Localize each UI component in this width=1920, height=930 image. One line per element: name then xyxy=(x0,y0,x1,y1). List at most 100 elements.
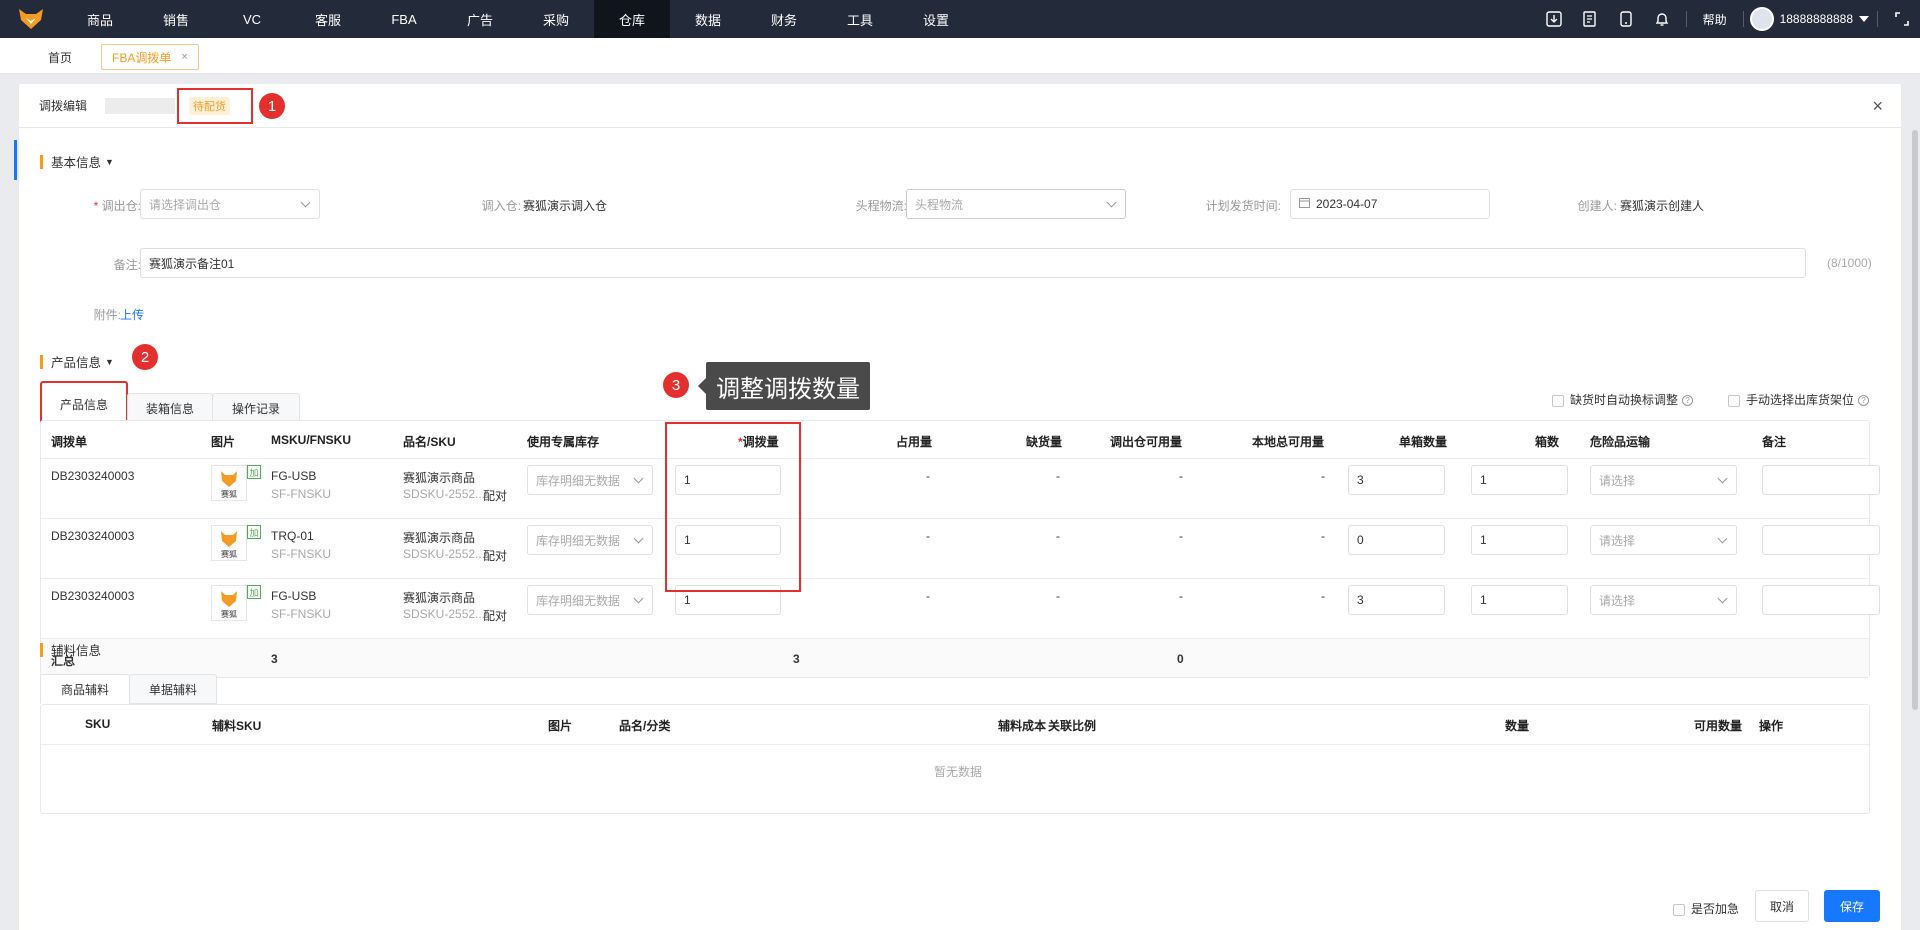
tab-packing-info[interactable]: 装箱信息 xyxy=(127,393,213,423)
pair-link[interactable]: 配对 xyxy=(483,607,507,624)
per-box-qty-input[interactable]: 3 xyxy=(1348,585,1445,615)
in-warehouse-value: 赛狐演示调入仓 xyxy=(523,199,608,213)
out-warehouse-select[interactable]: 请选择调出仓 xyxy=(140,189,320,219)
urgent-checkbox[interactable] xyxy=(1673,903,1685,916)
column-header: 辅料SKU xyxy=(212,719,262,733)
dangerous-goods-select[interactable]: 请选择 xyxy=(1590,525,1737,555)
product-image: 赛狐 xyxy=(211,525,247,561)
fullscreen-icon[interactable] xyxy=(1884,0,1920,38)
nav-item-finance[interactable]: 财务 xyxy=(746,0,822,38)
box-count-input[interactable]: 1 xyxy=(1471,585,1568,615)
add-tag-icon[interactable]: 加 xyxy=(247,465,261,479)
occupied-qty: - xyxy=(926,589,930,603)
tab-home[interactable]: 首页 xyxy=(38,44,82,70)
note-input[interactable] xyxy=(1762,465,1880,495)
column-header: 图片 xyxy=(211,435,236,449)
divider xyxy=(1877,11,1878,27)
box-count-input[interactable]: 1 xyxy=(1471,525,1568,555)
nav-item-sales[interactable]: 销售 xyxy=(138,0,214,38)
fnsku: SF-FNSKU xyxy=(271,487,331,501)
modal-title: 调拨编辑 xyxy=(39,99,88,113)
close-icon[interactable]: × xyxy=(181,51,187,63)
shortage-qty: - xyxy=(1056,529,1060,543)
urgent-option[interactable]: 是否加急 xyxy=(1673,900,1739,917)
scrollbar[interactable] xyxy=(1912,130,1918,710)
per-box-qty-input[interactable]: 0 xyxy=(1348,525,1445,555)
nav-item-service[interactable]: 客服 xyxy=(290,0,366,38)
save-button[interactable]: 保存 xyxy=(1824,890,1880,922)
upload-link[interactable]: 上传 xyxy=(120,306,144,323)
nav-item-purchase[interactable]: 采购 xyxy=(518,0,594,38)
chevron-down-icon xyxy=(633,533,644,544)
tab-operation-log[interactable]: 操作记录 xyxy=(212,393,300,423)
section-product-info[interactable]: 产品信息 ▼ xyxy=(40,352,114,371)
pair-link[interactable]: 配对 xyxy=(483,487,507,504)
nav-item-data[interactable]: 数据 xyxy=(670,0,746,38)
table-header: SKU 辅料SKU 图片 品名/分类 辅料成本 关联比例 数量 可用数量 操作 xyxy=(41,705,1869,745)
section-basic-info[interactable]: 基本信息 ▼ xyxy=(40,152,114,171)
column-header: 品名/SKU xyxy=(403,435,456,449)
auto-adjust-checkbox[interactable] xyxy=(1552,394,1564,407)
help-link[interactable]: 帮助 xyxy=(1693,11,1737,28)
nav-item-tools[interactable]: 工具 xyxy=(822,0,898,38)
attachment-label: 附件: xyxy=(93,308,121,322)
manual-select-checkbox[interactable] xyxy=(1728,394,1740,407)
download-icon[interactable] xyxy=(1536,0,1572,38)
nav-item-warehouse[interactable]: 仓库 xyxy=(594,0,670,38)
product-name: 赛狐演示商品 xyxy=(403,531,476,545)
fnsku: SF-FNSKU xyxy=(271,607,331,621)
nav-item-ads[interactable]: 广告 xyxy=(442,0,518,38)
add-tag-icon[interactable]: 加 xyxy=(247,585,261,599)
chevron-down-icon xyxy=(1717,593,1728,604)
divider xyxy=(1742,11,1744,27)
tab-goods-aux[interactable]: 商品辅料 xyxy=(40,674,130,704)
tab-order-aux[interactable]: 单据辅料 xyxy=(129,674,217,704)
note-input[interactable] xyxy=(1762,585,1880,615)
nav-item-settings[interactable]: 设置 xyxy=(898,0,974,38)
step-marker-2: 2 xyxy=(132,344,158,370)
column-header: 箱数 xyxy=(1535,435,1560,449)
exclusive-stock-select[interactable]: 库存明细无数据 xyxy=(527,525,653,555)
pair-link[interactable]: 配对 xyxy=(483,547,507,564)
column-header: 图片 xyxy=(548,719,573,733)
select-placeholder: 库存明细无数据 xyxy=(536,593,621,608)
exclusive-stock-select[interactable]: 库存明细无数据 xyxy=(527,585,653,615)
help-icon[interactable]: ? xyxy=(1682,395,1694,407)
note-input[interactable] xyxy=(1762,525,1880,555)
section-aux-info: 辅料信息 xyxy=(40,640,101,659)
caret-down-icon[interactable] xyxy=(1857,0,1871,38)
nav-item-goods[interactable]: 商品 xyxy=(62,0,138,38)
manual-select-option[interactable]: 手动选择出库货架位? xyxy=(1728,391,1870,408)
product-name: 赛狐演示商品 xyxy=(403,591,476,605)
fox-logo-icon[interactable] xyxy=(0,0,62,38)
per-box-qty-input[interactable]: 3 xyxy=(1348,465,1445,495)
cancel-button[interactable]: 取消 xyxy=(1755,890,1809,922)
box-count-input[interactable]: 1 xyxy=(1471,465,1568,495)
remark-input[interactable]: 赛狐演示备注01 xyxy=(140,248,1806,278)
column-header: 操作 xyxy=(1759,719,1784,733)
remark-char-count: (8/1000) xyxy=(1827,256,1872,270)
sku: SDSKU-2552... xyxy=(403,607,486,621)
dangerous-goods-select[interactable]: 请选择 xyxy=(1590,465,1737,495)
ship-date-picker[interactable]: 2023-04-07 xyxy=(1290,189,1490,219)
column-header: 辅料成本 xyxy=(998,719,1047,733)
logistics-select[interactable]: 头程物流 xyxy=(906,189,1126,219)
summary-row: 汇总 3 3 0 xyxy=(41,639,1869,677)
close-icon[interactable]: × xyxy=(1872,96,1883,117)
avatar[interactable] xyxy=(1749,7,1774,31)
dangerous-goods-select[interactable]: 请选择 xyxy=(1590,585,1737,615)
msku: FG-USB xyxy=(271,469,317,483)
nav-item-fba[interactable]: FBA xyxy=(366,0,442,38)
help-icon[interactable]: ? xyxy=(1858,395,1870,407)
exclusive-stock-select[interactable]: 库存明细无数据 xyxy=(527,465,653,495)
column-header: 关联比例 xyxy=(1048,719,1097,733)
auto-adjust-option[interactable]: 缺货时自动换标调整? xyxy=(1552,391,1694,408)
add-tag-icon[interactable]: 加 xyxy=(247,525,261,539)
task-list-icon[interactable] xyxy=(1572,0,1608,38)
mobile-icon[interactable] xyxy=(1608,0,1644,38)
nav-item-vc[interactable]: VC xyxy=(214,0,290,38)
tab-fba-transfer[interactable]: FBA调拨单 × xyxy=(101,44,199,70)
table-row: DB2303240003 赛狐 加 FG-USB SF-FNSKU 赛狐演示商品… xyxy=(41,579,1880,639)
bell-icon[interactable] xyxy=(1644,0,1680,38)
user-name[interactable]: 18888888888 xyxy=(1780,12,1853,26)
